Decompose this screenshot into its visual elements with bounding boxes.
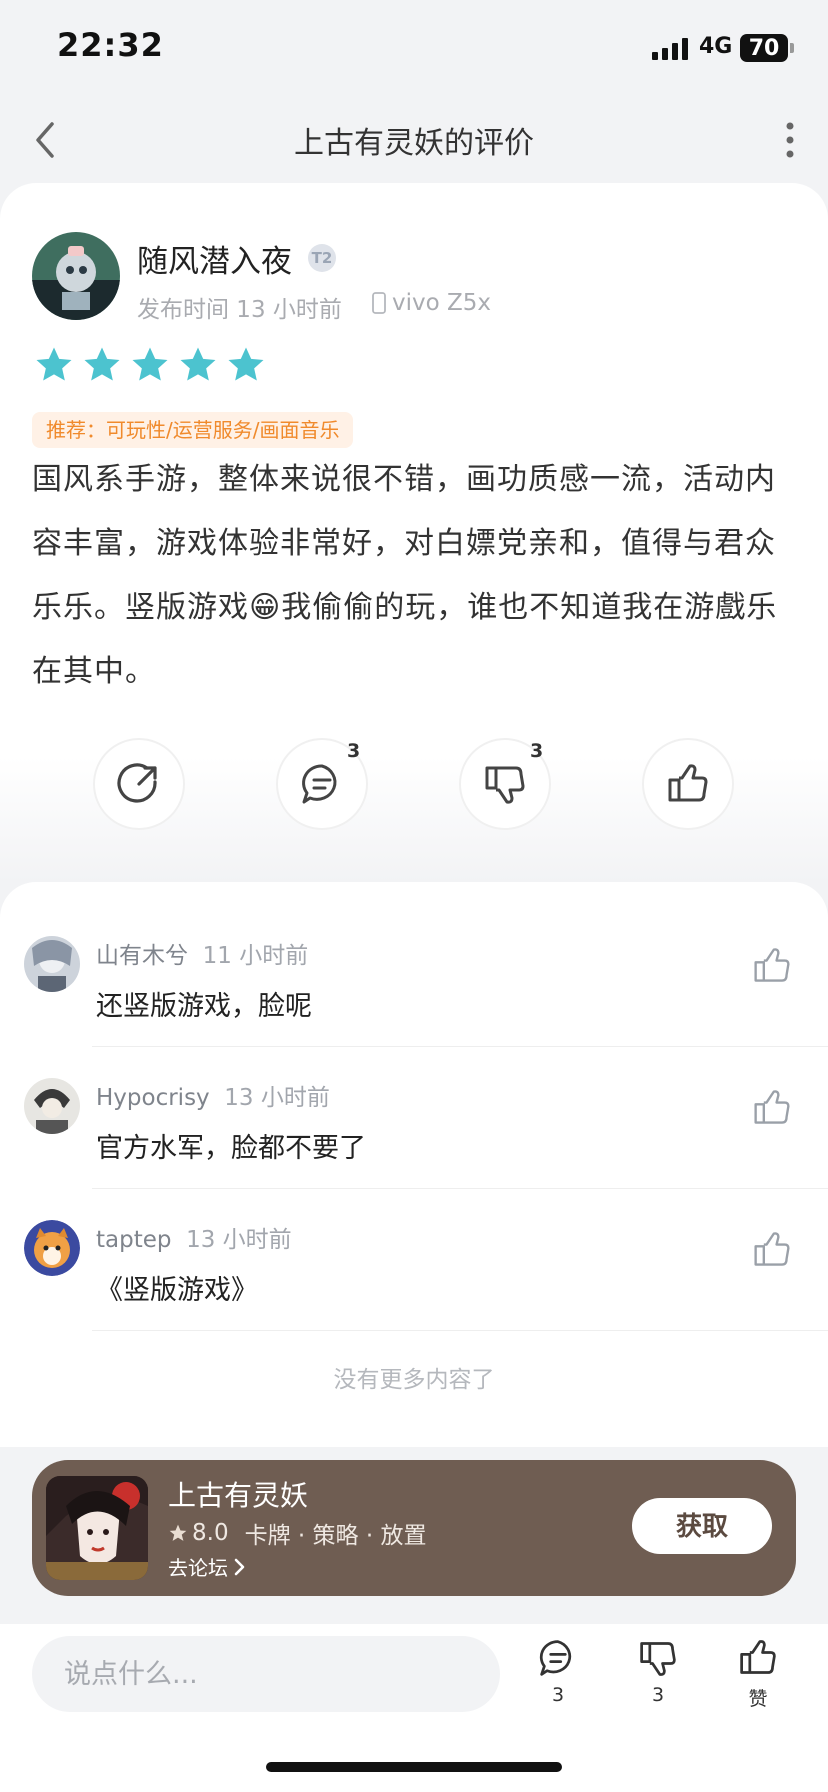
star-icon (84, 347, 120, 381)
comment-text: 还竖版游戏，脸呢 (96, 991, 312, 1022)
thumbs-up-icon (754, 948, 790, 982)
comment-like-button[interactable] (752, 1088, 792, 1128)
grinning-emoji: 😁 (249, 590, 282, 625)
recommend-tags: 推荐：可玩性/运营服务/画面音乐 (32, 412, 354, 448)
thumbs-up-icon (740, 1640, 776, 1674)
comment-icon (302, 764, 337, 804)
comment-icon (539, 1640, 572, 1676)
thumbs-down-icon (485, 766, 525, 804)
level-badge: T2 (308, 244, 336, 272)
star-icon (169, 1524, 187, 1541)
chevron-left-icon (36, 122, 54, 158)
bottom-comment-button[interactable]: 3 (528, 1638, 588, 1706)
device-info: vivo Z5x (372, 290, 491, 316)
game-icon[interactable] (46, 1476, 148, 1580)
reviewer-avatar[interactable] (32, 232, 120, 320)
battery-indicator: 70 (740, 34, 794, 62)
comment-like-button[interactable] (752, 946, 792, 986)
comment-time: 13 小时前 (186, 1227, 292, 1253)
divider (92, 1188, 828, 1189)
comment-count: 3 (347, 740, 361, 762)
comment-meta: taptep 13 小时前 (96, 1220, 292, 1254)
game-name[interactable]: 上古有灵妖 (168, 1474, 308, 1514)
thumbs-up-icon (754, 1090, 790, 1124)
commenter-name[interactable]: taptep (96, 1227, 171, 1253)
cellular-signal-icon (652, 36, 692, 60)
home-indicator (266, 1762, 562, 1772)
thumbs-down-icon (640, 1642, 676, 1676)
comment-meta: 山有木兮 11 小时前 (96, 936, 308, 970)
bottom-like-label: 赞 (748, 1688, 768, 1710)
share-button[interactable] (93, 738, 185, 830)
reviewer-name[interactable]: 随风潜入夜 (137, 236, 292, 281)
bottom-dislike-count: 3 (651, 1684, 665, 1706)
commenter-avatar[interactable] (24, 1078, 80, 1134)
star-rating (34, 345, 266, 385)
more-vertical-icon (786, 122, 794, 158)
page-title: 上古有灵妖的评价 (294, 126, 534, 161)
publish-time: 发布时间 13 小时前 (137, 297, 342, 323)
back-button[interactable] (30, 118, 66, 162)
star-icon (180, 347, 216, 381)
share-icon (117, 763, 157, 803)
game-banner[interactable]: 上古有灵妖 8.0 卡牌 · 策略 · 放置 去论坛 获取 (32, 1460, 796, 1596)
forum-link-label: 去论坛 (168, 1556, 228, 1580)
thumbs-up-icon (668, 764, 708, 802)
commenter-avatar[interactable] (24, 936, 80, 992)
like-button[interactable] (642, 738, 734, 830)
comment-text: 《竖版游戏》 (96, 1275, 258, 1306)
get-game-button[interactable]: 获取 (632, 1498, 772, 1554)
comment-time: 11 小时前 (202, 943, 309, 969)
device-name: vivo Z5x (392, 290, 491, 316)
dislike-count: 3 (530, 740, 544, 762)
commenter-avatar[interactable] (24, 1220, 80, 1276)
commenter-name[interactable]: Hypocrisy (96, 1085, 210, 1111)
bottom-dislike-button[interactable]: 3 (628, 1638, 688, 1706)
commenter-name[interactable]: 山有木兮 (96, 943, 188, 969)
thumbs-up-icon (754, 1232, 790, 1266)
game-genres: 卡牌 · 策略 · 放置 (244, 1523, 427, 1549)
more-options-button[interactable] (772, 120, 808, 160)
star-icon (132, 347, 168, 381)
comment-meta: Hypocrisy 13 小时前 (96, 1078, 330, 1112)
comment-input[interactable] (32, 1636, 500, 1712)
game-meta: 8.0 卡牌 · 策略 · 放置 (168, 1516, 426, 1550)
comment-text: 官方水军，脸都不要了 (96, 1133, 366, 1164)
bottom-like-button[interactable]: 赞 (728, 1638, 788, 1711)
review-text: 国风系手游，整体来说很不错，画功质感一流，活动内容丰富，游戏体验非常好，对白嫖党… (32, 448, 792, 704)
comment-time: 13 小时前 (224, 1085, 330, 1111)
no-more-content: 没有更多内容了 (333, 1367, 495, 1393)
chevron-right-icon (234, 1558, 245, 1575)
phone-icon (372, 292, 386, 314)
star-icon (228, 347, 264, 381)
star-icon (36, 347, 72, 381)
status-time: 22:32 (57, 26, 164, 64)
divider (92, 1046, 828, 1047)
game-rating: 8.0 (192, 1520, 229, 1546)
network-type: 4G (699, 34, 733, 59)
divider (92, 1330, 828, 1331)
comment-like-button[interactable] (752, 1230, 792, 1270)
bottom-comment-count: 3 (551, 1684, 565, 1706)
forum-link[interactable]: 去论坛 (168, 1552, 246, 1581)
